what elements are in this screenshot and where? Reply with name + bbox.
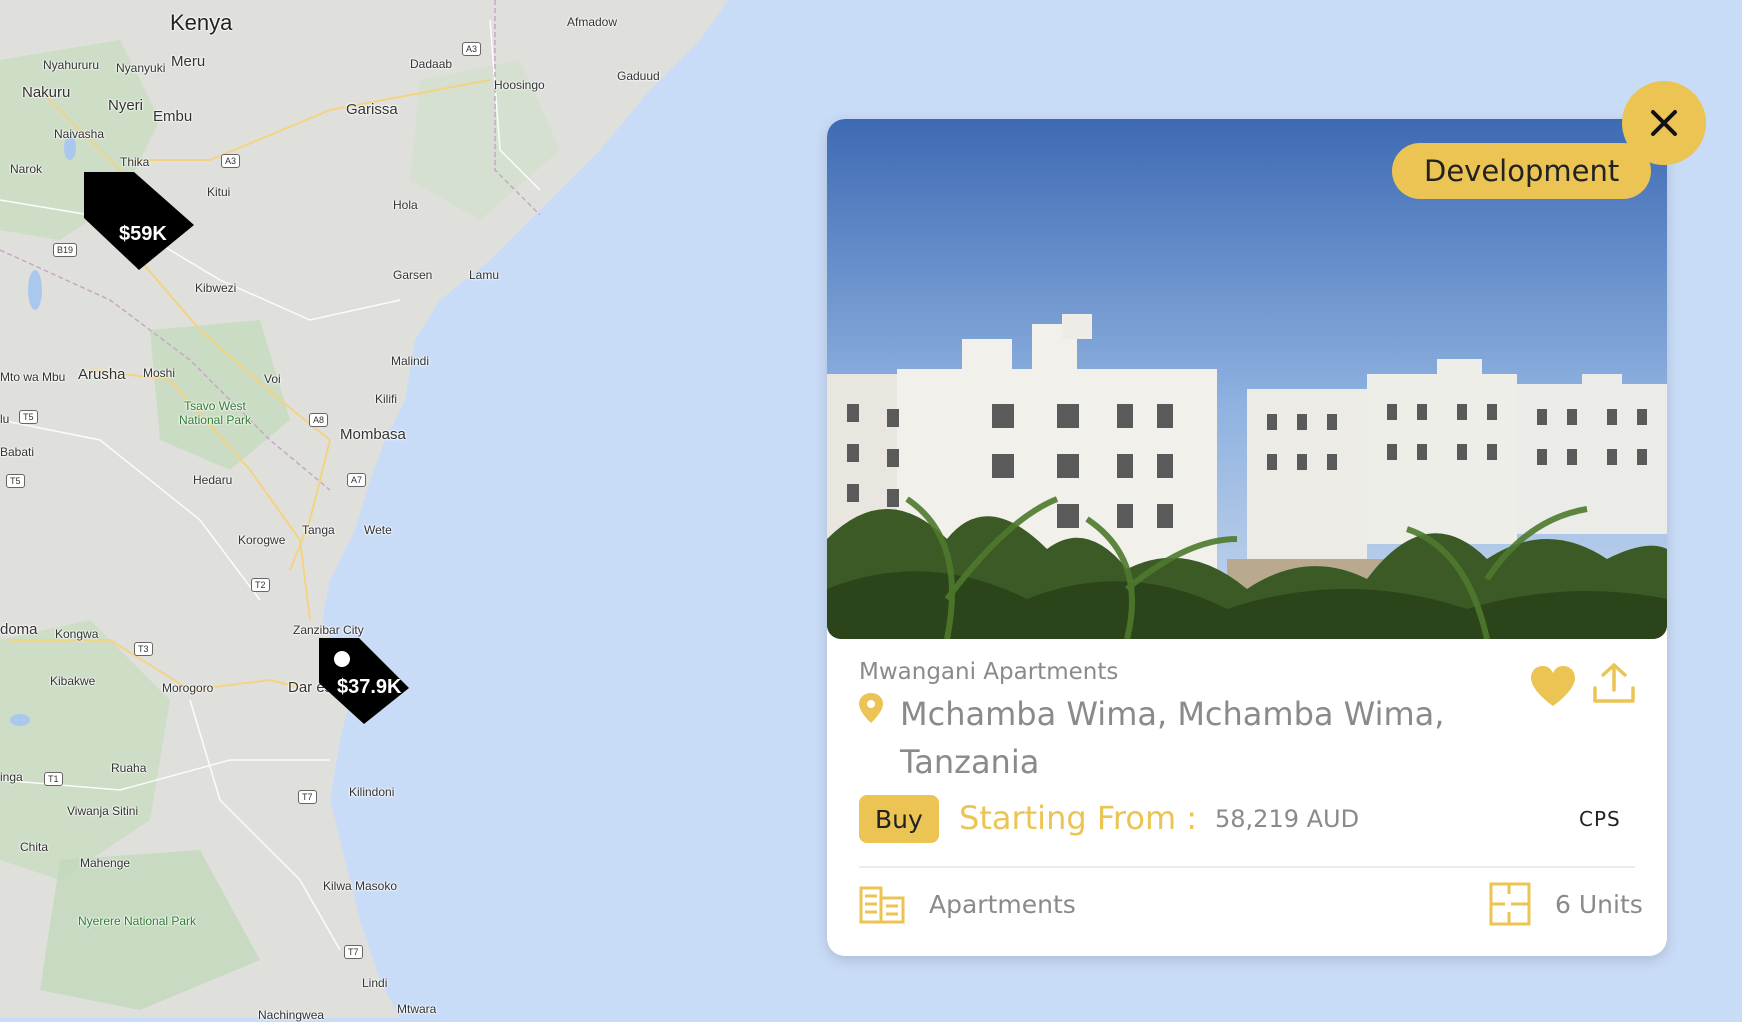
map-label-place: Mto wa Mbu [0,370,66,384]
map-label-place: Nakuru [22,84,71,101]
map-label-place: Dadaab [410,57,453,71]
map-label-place: Nachingwea [258,1008,325,1022]
close-icon [1651,110,1677,136]
map-label-place: Viwanja Sitini [67,804,139,818]
map-label-place: Gaduud [617,69,660,83]
map-label-place: Kilifi [375,392,398,406]
map-label-place: inga [0,770,23,784]
map-label-place: Chita [20,840,49,854]
road-badge: T2 [251,578,270,592]
listing-type-badge[interactable]: Buy [859,795,939,843]
map-label-place: Babati [0,445,35,459]
map-label-place: Hola [393,198,418,212]
map-label-place: Malindi [391,354,430,368]
map-label-place: Garissa [346,101,398,118]
road-badge: T5 [6,474,25,488]
card-divider [859,866,1635,868]
road-badge: T3 [134,642,153,656]
road-badge: T7 [344,945,363,959]
starting-from-label: Starting From : [959,799,1198,837]
map-label-park: Nyerere National Park [78,914,197,928]
road-badge: A3 [462,42,482,56]
road-badge: A3 [221,154,241,168]
property-address: Mchamba Wima, Mchamba Wima, Tanzania [900,695,1445,781]
agency-logo-text: CPS [1579,807,1621,831]
map-label-place: Korogwe [238,533,286,547]
price-marker[interactable]: $59K [84,170,194,270]
map-label-place: Thika [120,155,150,169]
map-label-place: Mombasa [340,426,406,443]
road-badge: B19 [53,243,78,257]
map-label-place: Morogoro [162,681,214,695]
road-badge: T5 [19,410,38,424]
road-badge: A7 [347,473,367,487]
map-label-park: Tsavo West National Park [178,399,252,427]
map-label-place: Embu [153,108,193,125]
map-label-place: Tanga [302,523,335,537]
map-label-place: Mtwara [397,1002,437,1016]
development-badge: Development [1392,143,1652,199]
location-pin-icon [859,693,883,723]
map-label-place: Nyahururu [43,58,100,72]
map-label-place: Zanzibar City [293,623,364,637]
map-label-place: Kibwezi [195,281,237,295]
map-label-place: Arusha [78,366,126,383]
map-label-place: Lindi [362,976,388,990]
road-badge: A8 [309,413,329,427]
price-marker[interactable]: $37.9K [319,638,429,728]
map-label-place: doma [0,621,38,638]
development-badge-label: Development [1424,154,1620,188]
map-label-place: Hedaru [193,473,233,487]
map-label-place: Nyeri [108,97,144,114]
map-label-place: Ruaha [111,761,147,775]
map-label-place: Hoosingo [494,78,545,92]
building-icon [859,886,905,924]
agency-logo: CPS [1579,807,1621,831]
map-label-place: Narok [10,162,43,176]
listing-type-label: Buy [875,804,923,834]
price-marker-label: $37.9K [337,676,402,698]
map-label-place: Meru [171,53,206,70]
map-label-place: lu [0,412,10,426]
map-label-place: Naivasha [54,127,105,141]
property-card[interactable]: Mwangani Apartments Mchamba Wima, Mchamb… [827,119,1667,956]
map-label-place: Afmadow [567,15,618,29]
map-label-place: Kibakwe [50,674,96,688]
map-label-place: Kitui [207,185,231,199]
map-label-country: Kenya [170,10,233,35]
floorplan-icon [1489,882,1531,926]
heart-icon[interactable] [1530,665,1576,707]
property-name: Mwangani Apartments [859,659,1119,685]
map-label-place: Wete [364,523,392,537]
map-label-place: Lamu [469,268,500,282]
map-label-place: Kilwa Masoko [323,879,398,893]
price-value: 58,219 AUD [1215,805,1360,833]
map-label-place: Voi [264,372,281,386]
property-type-label: Apartments [929,890,1076,919]
close-button[interactable] [1622,81,1706,165]
share-icon[interactable] [1592,662,1636,704]
map-label-place: Garsen [393,268,433,282]
map-label-place: Kilindoni [349,785,395,799]
units-label: 6 Units [1555,890,1643,919]
road-badge: T7 [298,790,317,804]
map-label-place: Nyanyuki [116,61,166,75]
map-label-place: Kongwa [55,627,99,641]
map-label-place: Mahenge [80,856,131,870]
map-label-place: Moshi [143,366,176,380]
price-tag-icon [84,172,194,270]
price-marker-label: $59K [119,223,167,245]
road-badge: T1 [44,772,63,786]
